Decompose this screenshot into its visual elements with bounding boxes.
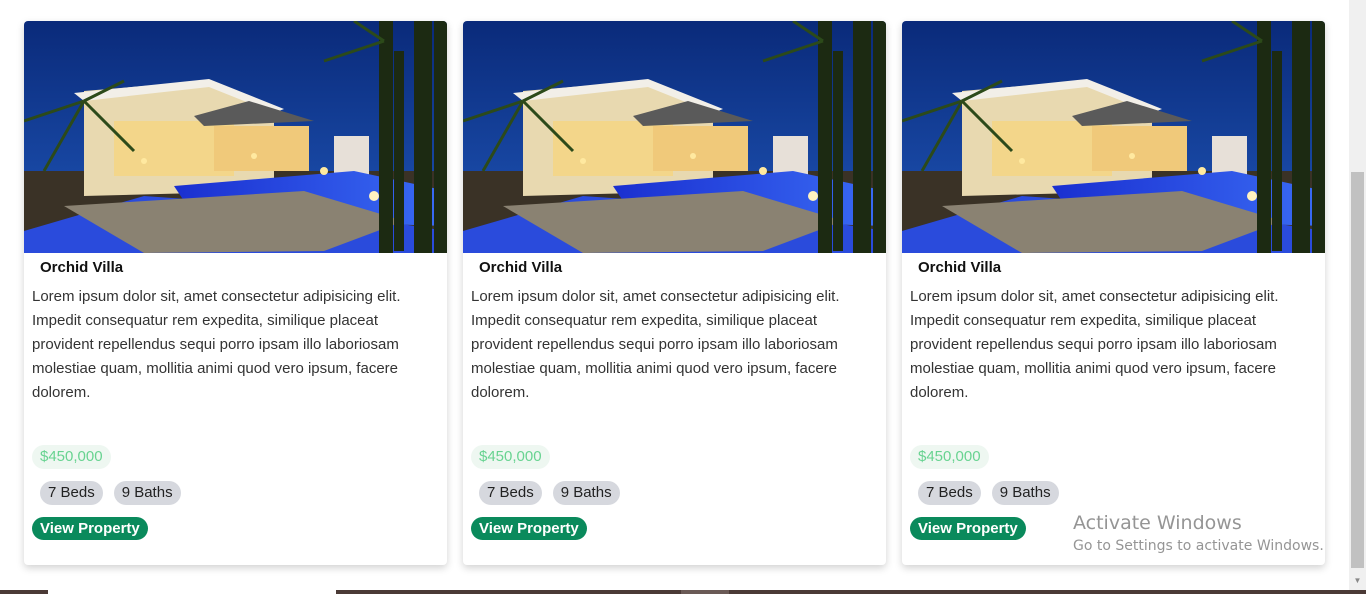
listing-card: Orchid Villa Lorem ipsum dolor sit, amet… [463, 21, 886, 565]
beds-badge: 7 Beds [479, 481, 542, 505]
baths-badge: 9 Baths [113, 481, 181, 505]
price-badge: $450,000 [471, 445, 550, 469]
view-property-button[interactable]: View Property [471, 517, 587, 540]
price-badge: $450,000 [910, 445, 989, 469]
view-property-button[interactable]: View Property [32, 517, 148, 540]
baths-badge: 9 Baths [991, 481, 1059, 505]
listing-tags: 7 Beds 9 Baths [918, 481, 1325, 505]
listing-card: Orchid Villa Lorem ipsum dolor sit, amet… [24, 21, 447, 565]
scrollbar-thumb[interactable] [1351, 172, 1364, 568]
beds-badge: 7 Beds [918, 481, 981, 505]
watermark-subtitle: Go to Settings to activate Windows. [1073, 538, 1324, 554]
listing-description: Lorem ipsum dolor sit, amet consectetur … [910, 288, 1279, 401]
listing-tags: 7 Beds 9 Baths [40, 481, 447, 505]
price-badge: $450,000 [32, 445, 111, 469]
listing-tags: 7 Beds 9 Baths [479, 481, 886, 505]
page: Orchid Villa Lorem ipsum dolor sit, amet… [0, 0, 1349, 590]
watermark-title: Activate Windows [1073, 512, 1242, 534]
villa-photo [24, 21, 447, 253]
taskbar-item[interactable] [681, 590, 729, 594]
listing-description: Lorem ipsum dolor sit, amet consectetur … [471, 288, 840, 401]
activate-windows-watermark: Activate Windows Go to Settings to activ… [1073, 512, 1324, 554]
taskbar-item[interactable] [48, 590, 336, 594]
view-property-button[interactable]: View Property [910, 517, 1026, 540]
listing-title: Orchid Villa [918, 259, 1002, 276]
listing-card: Orchid Villa Lorem ipsum dolor sit, amet… [902, 21, 1325, 565]
scroll-down-arrow-icon[interactable]: ▼ [1352, 576, 1363, 586]
listing-title: Orchid Villa [479, 259, 563, 276]
listing-title: Orchid Villa [40, 259, 124, 276]
villa-photo [902, 21, 1325, 253]
listing-cards: Orchid Villa Lorem ipsum dolor sit, amet… [24, 21, 1325, 565]
baths-badge: 9 Baths [552, 481, 620, 505]
beds-badge: 7 Beds [40, 481, 103, 505]
listing-description: Lorem ipsum dolor sit, amet consectetur … [32, 288, 401, 401]
villa-photo [463, 21, 886, 253]
